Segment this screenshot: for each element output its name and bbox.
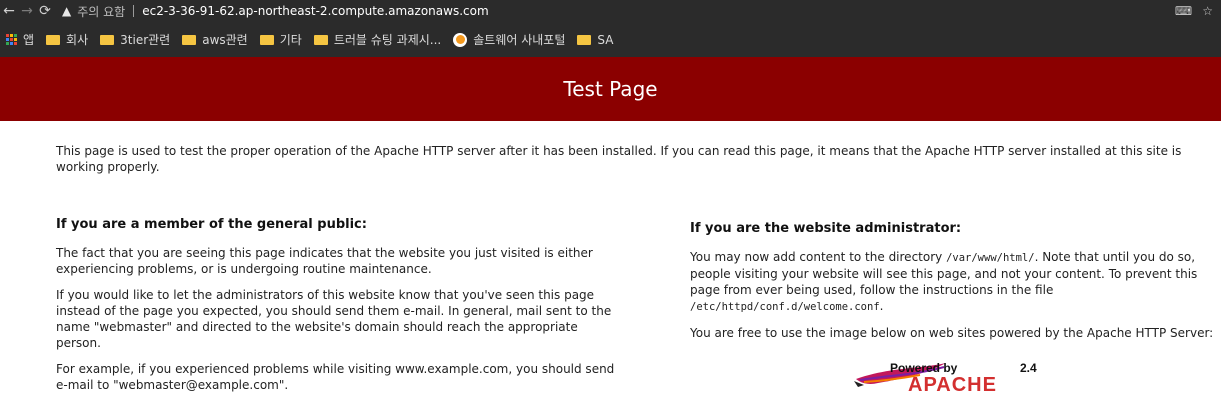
translate-icon[interactable]: ⌨ [1175, 4, 1192, 18]
back-arrow-icon[interactable]: ← [0, 0, 18, 22]
admin-section: If you are the website administrator: Yo… [690, 221, 1221, 397]
html-directory-path: /var/www/html/ [946, 252, 1035, 264]
bookmark-folder-aws[interactable]: aws관련 [182, 31, 248, 48]
bookmark-label: 앱 [23, 33, 35, 47]
folder-icon [313, 34, 328, 45]
folder-icon [46, 34, 61, 45]
bookmark-label: 회사 [66, 33, 89, 47]
reload-icon[interactable]: ⟳ [36, 0, 54, 22]
folder-icon [182, 34, 197, 45]
intro-paragraph: This page is used to test the proper ope… [56, 144, 1182, 174]
folder-icon [100, 34, 115, 45]
admin-text: You may now add content to the directory [690, 250, 947, 264]
page-title: Test Page [563, 77, 658, 101]
admin-paragraph-2: You are free to use the image below on w… [690, 326, 1214, 340]
bookmark-folder-company[interactable]: 회사 [46, 31, 88, 48]
bookmark-label: 기타 [279, 33, 302, 47]
admin-text: . [879, 299, 884, 313]
security-warning-label: 주의 요함 [77, 4, 126, 19]
public-section: If you are a member of the general publi… [56, 217, 616, 403]
browser-toolbar: ← → ⟳ ▲ 주의 요함 ec2-3-36-91-62.ap-northeas… [0, 0, 1221, 22]
public-heading: If you are a member of the general publi… [56, 217, 367, 232]
apps-grid-icon [6, 34, 17, 45]
bookmark-label: SA [597, 32, 614, 47]
bookmark-label: 3tier관련 [120, 33, 171, 47]
bookmark-label: 트러블 슈팅 과제시... [333, 33, 442, 47]
warning-triangle-icon: ▲ [62, 4, 72, 18]
bookmark-portal[interactable]: 솔트웨어 사내포털 [453, 31, 565, 48]
bookmark-folder-3tier[interactable]: 3tier관련 [100, 31, 170, 48]
apache-wordmark: APACHE [908, 374, 997, 396]
bookmark-folder-troubleshooting[interactable]: 트러블 슈팅 과제시... [313, 31, 442, 48]
welcome-conf-path: /etc/httpd/conf.d/welcome.conf [690, 301, 880, 313]
bookmark-label: aws관련 [202, 33, 248, 47]
powered-by-text: Powered by [890, 361, 958, 375]
version-text: 2.4 [1020, 361, 1037, 375]
public-paragraph-2: If you would like to let the administrat… [56, 288, 612, 350]
toolbar-actions: ⌨ ☆ [1175, 0, 1213, 22]
folder-icon [577, 34, 592, 45]
bookmark-apps[interactable]: 앱 [6, 31, 34, 48]
admin-paragraph-1: You may now add content to the directory… [690, 249, 1221, 315]
bookmarks-bar: 앱 회사 3tier관련 aws관련 기타 트러블 슈팅 과제시... 솔트웨어… [0, 22, 1221, 57]
portal-logo-icon [453, 32, 468, 47]
powered-by-apache-badge[interactable]: Powered by APACHE 2.4 [850, 357, 1100, 397]
bookmark-star-icon[interactable]: ☆ [1202, 4, 1213, 18]
bookmark-label: 솔트웨어 사내포털 [473, 33, 566, 47]
url-text[interactable]: ec2-3-36-91-62.ap-northeast-2.compute.am… [142, 4, 488, 18]
admin-heading: If you are the website administrator: [690, 221, 962, 236]
bookmark-folder-etc[interactable]: 기타 [259, 31, 302, 48]
page-content: This page is used to test the proper ope… [56, 143, 1216, 396]
address-separator [133, 5, 135, 17]
public-paragraph-1: The fact that you are seeing this page i… [56, 246, 593, 276]
address-bar[interactable]: ▲ 주의 요함 ec2-3-36-91-62.ap-northeast-2.co… [62, 0, 489, 22]
forward-arrow-icon[interactable]: → [18, 0, 36, 22]
public-paragraph-3: For example, if you experienced problems… [56, 362, 615, 392]
bookmark-folder-sa[interactable]: SA [577, 33, 613, 47]
folder-icon [259, 34, 274, 45]
page-title-banner: Test Page [0, 57, 1221, 121]
